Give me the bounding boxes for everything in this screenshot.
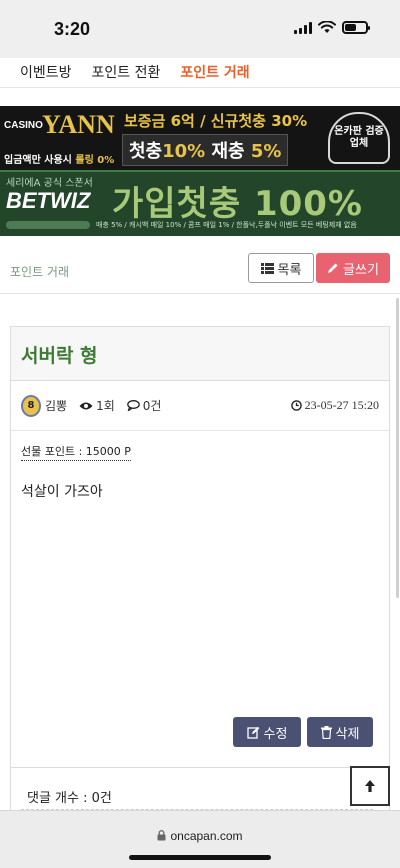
verified-badge: 온카판 검증업체 [328,112,390,164]
delete-button[interactable]: 삭제 [307,717,373,747]
bonus-first-label: 첫충 [129,141,163,162]
comment-count-meta: 0건 [126,397,162,414]
arrow-up-icon [365,780,375,792]
casino-yann-banner[interactable]: CASINO YANN 입금액만 사용시 롤링 0% 보증금 6억 / 신규첫충… [0,106,400,170]
comment-icon [126,400,140,411]
breadcrumb[interactable]: 포인트 거래 [10,263,69,280]
nav-item-events[interactable]: 이벤트방 [20,62,72,82]
betwiz-sponsor: 세리에A 공식 스폰서 [6,178,93,189]
web-page: 이벤트방 포인트 전환 포인트 거래 CASINO YANN 입금액만 사용시 … [0,58,400,810]
post-actions: 수정 삭제 [233,717,373,747]
betwiz-footer: 매충 5% / 캐시백 매일 10% / 콤프 매일 1% / 한폴낙,두폴낙 … [6,220,357,230]
divider [11,767,389,768]
subline-text: 입금액만 사용시 [4,155,76,166]
lock-icon [157,830,166,841]
betwiz-logo: BETWIZ [6,188,91,213]
url-text: oncapan.com [170,829,243,843]
subline-highlight: 롤링 0% [75,155,115,166]
pencil-icon [328,263,338,273]
post-view: 서버락 형 8 김뽕 1회 0건 23-05-27 15:20 선물 포인트:… [10,326,390,810]
post-date: 23-05-27 15:20 [290,398,379,413]
edit-button[interactable]: 수정 [233,717,301,747]
delete-button-label: 삭제 [335,726,360,742]
betwiz-footer-pill [6,221,90,229]
url-display[interactable]: oncapan.com [0,829,400,843]
browser-url-bar[interactable]: oncapan.com [0,810,400,868]
banner1-subline: 입금액만 사용시 롤링 0% [4,151,114,166]
home-indicator[interactable] [129,855,271,860]
comment-count-value: 0건 [142,399,162,413]
cellular-signal-icon [294,21,312,34]
edit-button-label: 수정 [263,726,288,742]
post-meta: 8 김뽕 1회 0건 23-05-27 15:20 [11,381,389,431]
status-bar: 3:20 [0,0,400,58]
edit-icon [246,726,259,739]
post-date-value: 23-05-27 15:20 [304,398,379,412]
logo-name: YANN [42,110,115,139]
nav-item-point-trade[interactable]: 포인트 거래 [180,62,249,82]
comment-count-label: 댓글 개수 : 0건 [27,791,112,806]
casino-yann-logo: CASINO YANN [4,110,116,150]
clock-icon [290,400,302,411]
battery-icon [342,21,370,34]
logo-prefix: CASINO [4,120,43,131]
write-button[interactable]: 글쓰기 [316,253,390,283]
write-button-label: 글쓰기 [343,262,379,278]
post-author[interactable]: 김뽕 [45,397,67,414]
post-title: 서버락 형 [11,327,389,381]
betwiz-headline: 가입첫충 100% [112,184,363,224]
eye-icon [79,402,93,409]
board-header: 포인트 거래 목록 글쓰기 [0,238,400,294]
status-time: 3:20 [54,19,91,39]
list-button-label: 목록 [277,262,302,278]
list-icon [260,262,274,274]
level-badge-icon: 8 [21,394,41,417]
wifi-icon [318,21,336,33]
betwiz-footer-text: 매충 5% / 캐시백 매일 10% / 콤프 매일 1% / 한폴낙,두폴낙 … [96,221,357,229]
top-nav: 이벤트방 포인트 전환 포인트 거래 [0,58,400,88]
trash-icon [320,725,332,739]
bonus-re-pct: 5% [250,141,282,162]
scrollbar[interactable] [396,298,399,598]
betwiz-banner[interactable]: 세리에A 공식 스폰서 BETWIZ 가입첫충 100% 매충 5% / 캐시백… [0,170,400,236]
view-count: 1회 [79,397,115,414]
post-body: 석살이 가즈아 [21,484,103,500]
view-count-value: 1회 [96,399,115,413]
status-icons [294,21,370,34]
bonus-first-pct: 10% [162,141,206,162]
gift-points: 선물 포인트 : 15000 P [21,443,131,461]
nav-item-point-exchange[interactable]: 포인트 전환 [92,62,161,82]
list-button[interactable]: 목록 [248,253,314,283]
banner1-headline: 보증금 6억 / 신규첫충 30% [124,112,308,130]
scroll-to-top-button[interactable] [350,766,390,806]
bonus-re-label: 재충 [211,141,245,162]
banner1-bonus: 첫충10% 재충 5% [122,134,289,166]
